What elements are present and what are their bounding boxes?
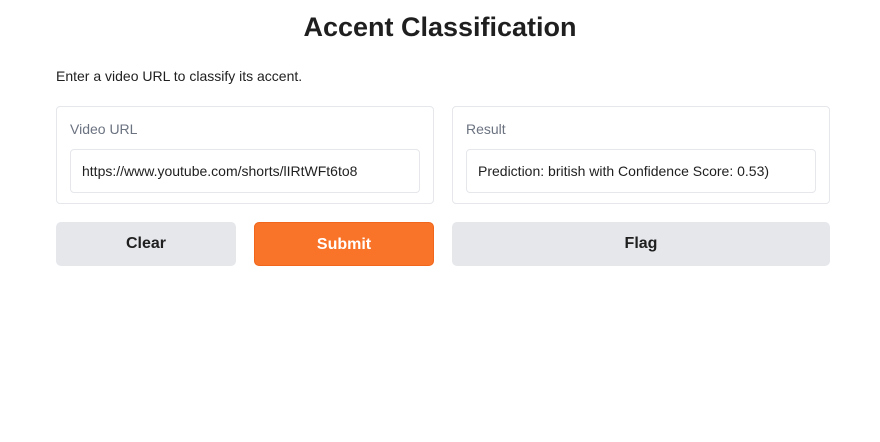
video-url-panel: Video URL	[56, 106, 434, 204]
app-page: Accent Classification Enter a video URL …	[0, 0, 880, 442]
result-panel: Result Prediction: british with Confiden…	[452, 106, 830, 204]
flag-button[interactable]: Flag	[452, 222, 830, 266]
video-url-label: Video URL	[70, 121, 138, 137]
video-url-input[interactable]	[70, 149, 420, 193]
result-output: Prediction: british with Confidence Scor…	[466, 149, 816, 193]
page-title: Accent Classification	[303, 12, 577, 42]
result-label: Result	[466, 121, 506, 137]
clear-button[interactable]: Clear	[56, 222, 236, 266]
page-description: Enter a video URL to classify its accent…	[56, 68, 303, 84]
submit-button[interactable]: Submit	[254, 222, 434, 266]
